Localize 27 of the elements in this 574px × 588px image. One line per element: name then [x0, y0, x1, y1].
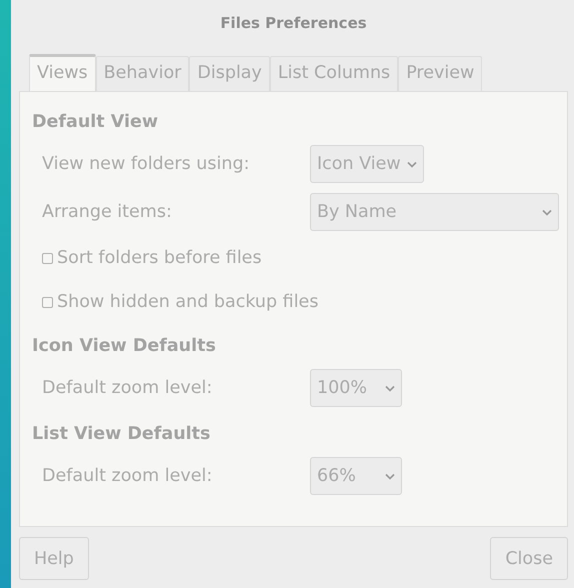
caret-icon — [542, 208, 552, 216]
dropdown[interactable]: 66% — [310, 457, 402, 495]
section-heading: Icon View Defaults — [32, 336, 217, 356]
field-label: View new folders using: — [42, 154, 250, 174]
dropdown[interactable]: 100% — [310, 369, 402, 407]
tab[interactable]: Preview — [398, 56, 482, 91]
checkbox[interactable] — [42, 252, 53, 264]
checkbox[interactable] — [42, 296, 53, 308]
dropdown[interactable]: By Name — [310, 193, 559, 231]
checkbox-label: Show hidden and backup files — [57, 292, 318, 312]
tab[interactable]: Display — [189, 56, 270, 91]
dropdown[interactable]: Icon View — [310, 145, 424, 183]
field-label: Arrange items: — [42, 202, 173, 222]
tab[interactable]: List Columns — [270, 56, 398, 91]
section-heading: Default View — [32, 112, 160, 132]
tab[interactable]: Views — [29, 54, 96, 91]
section-heading: List View Defaults — [32, 424, 212, 444]
field-label: Default zoom level: — [42, 466, 214, 486]
dialog-button[interactable]: Close — [490, 537, 568, 580]
caret-icon — [406, 160, 417, 168]
caret-icon — [385, 472, 395, 480]
caret-icon — [385, 384, 395, 392]
field-label: Default zoom level: — [42, 378, 214, 398]
dialog-button[interactable]: Help — [19, 537, 89, 580]
checkbox-label: Sort folders before files — [57, 248, 262, 268]
window-title: Files Preferences — [219, 13, 368, 34]
tab[interactable]: Behavior — [96, 56, 190, 91]
